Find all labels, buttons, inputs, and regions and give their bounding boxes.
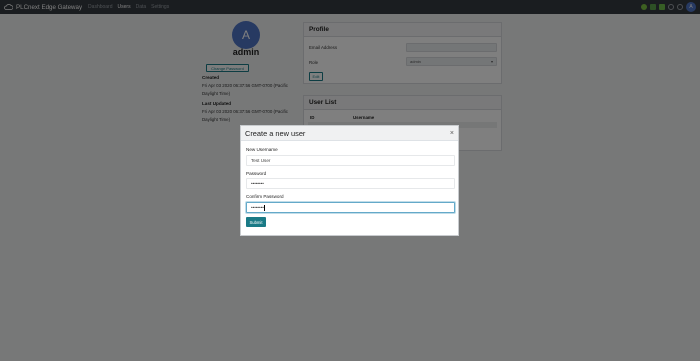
confirm-password-field[interactable]: •••••••• — [246, 202, 455, 213]
create-user-modal: Create a new user × New Username Test Us… — [240, 125, 459, 236]
password-field[interactable]: •••••••• — [246, 178, 455, 189]
confirm-password-label: Confirm Password — [246, 194, 284, 199]
confirm-password-value: •••••••• — [251, 205, 264, 210]
submit-button[interactable]: Submit — [246, 217, 266, 227]
password-label: Password — [246, 171, 267, 176]
new-username-label: New Username — [246, 147, 278, 152]
close-icon[interactable]: × — [450, 130, 454, 137]
text-caret — [264, 204, 265, 211]
modal-title: Create a new user — [245, 128, 306, 138]
new-username-field[interactable]: Test User — [246, 155, 455, 166]
modal-header: Create a new user × — [241, 126, 458, 141]
